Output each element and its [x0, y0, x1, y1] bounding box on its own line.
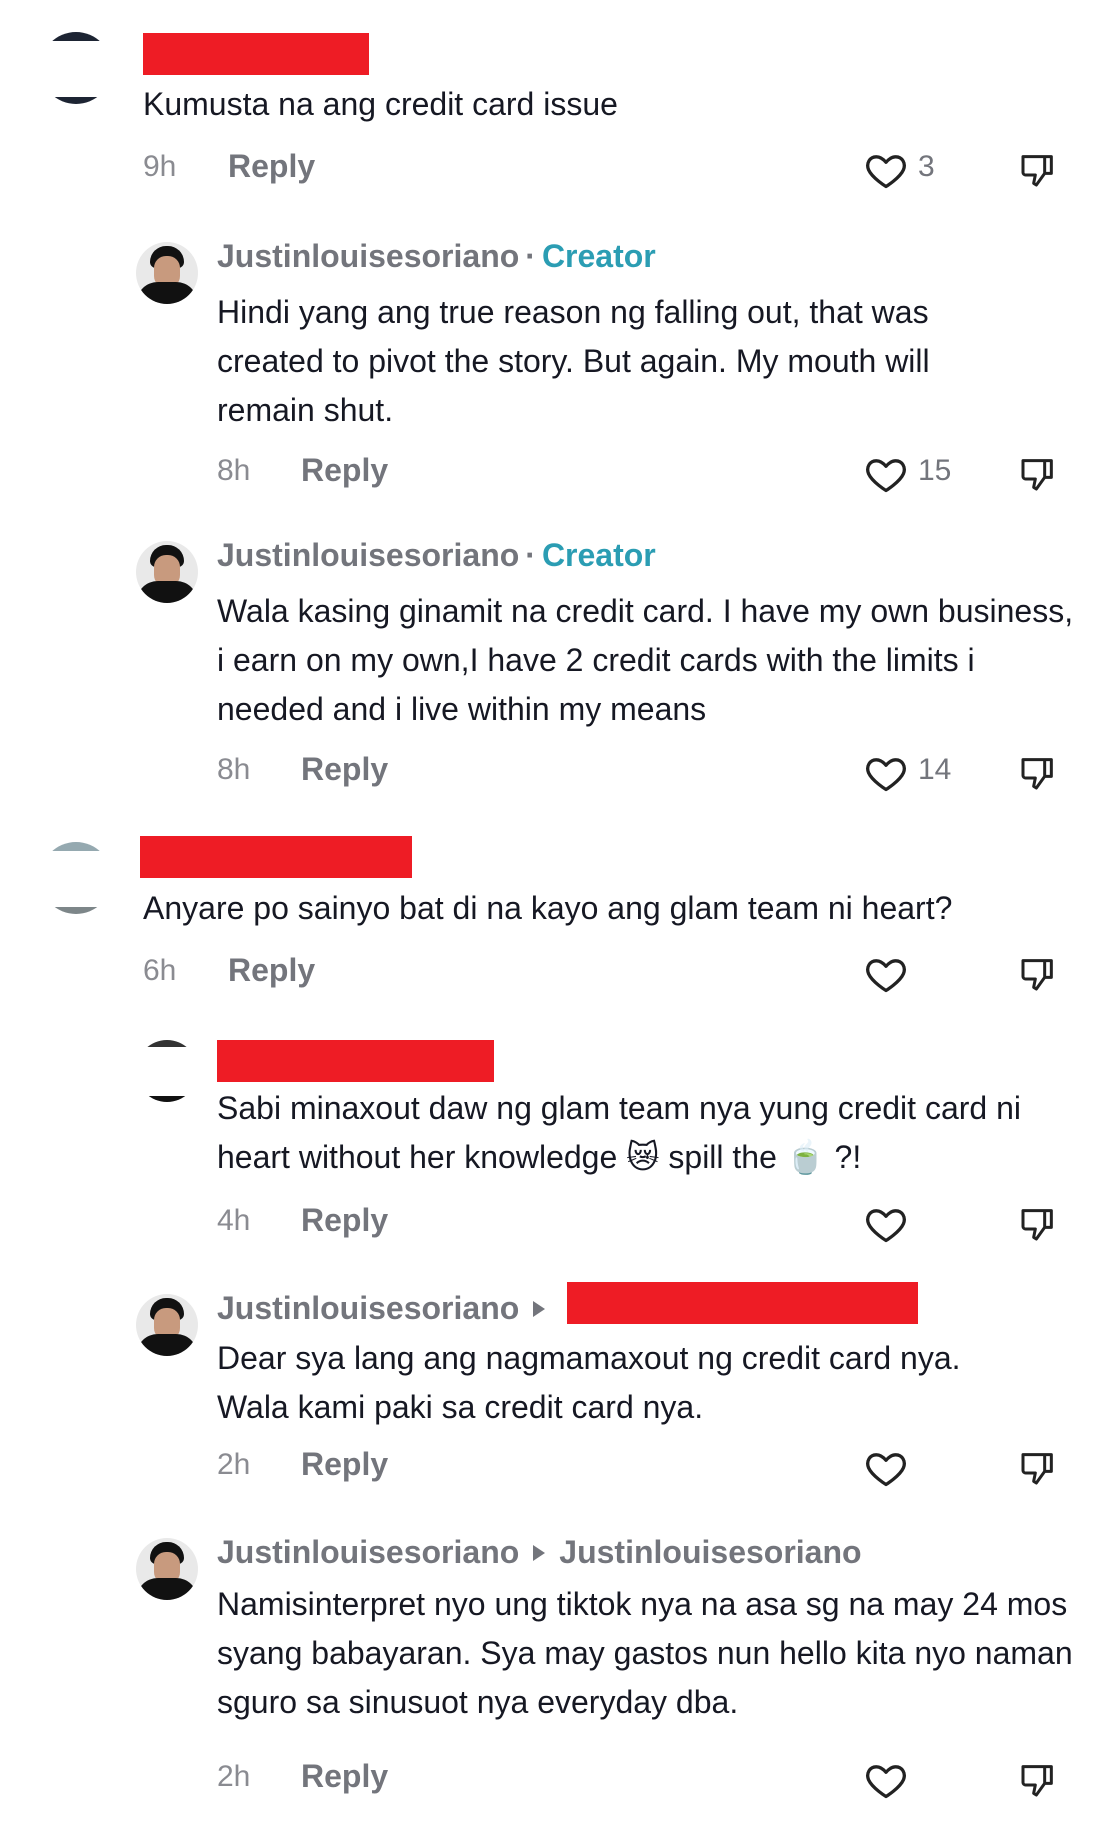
comment-time: 6h [143, 954, 177, 987]
comment-text: Dear sya lang ang nagmamaxout ng credit … [217, 1340, 961, 1425]
avatar[interactable] [136, 1294, 198, 1356]
comment-text: Kumusta na ang credit card issue [143, 86, 618, 122]
comment-time: 8h [217, 753, 251, 786]
comment-reply: Sabi minaxout daw ng glam team nya yung … [0, 1040, 1120, 1250]
comment-text: Hindi yang ang true reason ng falling ou… [217, 294, 930, 428]
reply-button[interactable]: Reply [301, 452, 388, 489]
separator: · [525, 238, 536, 274]
redacted-username [217, 1040, 494, 1082]
reply-arrow-icon [533, 1545, 546, 1562]
like-count: 15 [918, 454, 952, 487]
redacted-reply-target [567, 1282, 918, 1324]
reply-button[interactable]: Reply [228, 148, 315, 185]
heart-icon[interactable] [864, 148, 908, 192]
reply-arrow-icon [533, 1301, 546, 1318]
author-name[interactable]: Justinlouisesoriano [217, 238, 519, 274]
thumbs-down-icon[interactable] [1018, 751, 1058, 795]
reply-button[interactable]: Reply [301, 1202, 388, 1239]
comment-reply: Justinlouisesoriano Dear sya lang ang na… [0, 1278, 1120, 1508]
comment-time: 9h [143, 150, 177, 183]
creator-badge: Creator [541, 537, 656, 573]
thumbs-down-icon[interactable] [1018, 952, 1058, 996]
avatar[interactable] [40, 32, 112, 104]
thumbs-down-icon[interactable] [1018, 452, 1058, 496]
comment-author[interactable]: Justinlouisesoriano · Creator [217, 537, 656, 574]
heart-icon[interactable] [864, 1758, 908, 1802]
heart-icon[interactable] [864, 452, 908, 496]
comment-time: 2h [217, 1760, 251, 1793]
comment-reply: Justinlouisesoriano · Creator Hindi yang a… [0, 226, 1120, 526]
comment-time: 8h [217, 454, 251, 487]
comment-author[interactable]: Justinlouisesoriano [217, 1290, 559, 1327]
reply-target-name[interactable]: Justinlouisesoriano [559, 1534, 861, 1570]
comment-reply: Justinlouisesoriano · Creator Wala kasing … [0, 525, 1120, 825]
thumbs-down-icon[interactable] [1018, 1202, 1058, 1246]
comment-text: Wala kasing ginamit na credit card. I ha… [217, 593, 1074, 727]
author-name[interactable]: Justinlouisesoriano [217, 1534, 519, 1570]
comment-text: Sabi minaxout daw ng glam team nya yung … [217, 1090, 1021, 1175]
comment-time: 4h [217, 1204, 251, 1237]
creator-badge: Creator [541, 238, 656, 274]
like-count: 3 [918, 150, 935, 183]
comment-top-level: Anyare po sainyo bat di na kayo ang glam… [0, 834, 1120, 1014]
reply-button[interactable]: Reply [228, 952, 315, 989]
reply-button[interactable]: Reply [301, 751, 388, 788]
comment-reply: Justinlouisesoriano Justinlouisesoriano N… [0, 1522, 1120, 1839]
avatar[interactable] [136, 1040, 198, 1102]
redacted-username [143, 33, 369, 75]
author-name[interactable]: Justinlouisesoriano [217, 1290, 519, 1326]
heart-icon[interactable] [864, 751, 908, 795]
comment-author[interactable]: Justinlouisesoriano Justinlouisesoriano [217, 1534, 862, 1571]
redacted-username [140, 836, 412, 878]
comment-text: Namisinterpret nyo ung tiktok nya na asa… [217, 1586, 1073, 1720]
heart-icon[interactable] [864, 952, 908, 996]
comment-top-level: Kumusta na ang credit card issue 9h Repl… [0, 24, 1120, 204]
avatar[interactable] [136, 1538, 198, 1600]
thumbs-down-icon[interactable] [1018, 1446, 1058, 1490]
author-name[interactable]: Justinlouisesoriano [217, 537, 519, 573]
comment-time: 2h [217, 1448, 251, 1481]
separator: · [525, 537, 536, 573]
heart-icon[interactable] [864, 1446, 908, 1490]
reply-button[interactable]: Reply [301, 1446, 388, 1483]
thumbs-down-icon[interactable] [1018, 1758, 1058, 1802]
avatar[interactable] [136, 242, 198, 304]
heart-icon[interactable] [864, 1202, 908, 1246]
avatar[interactable] [136, 541, 198, 603]
like-count: 14 [918, 753, 952, 786]
reply-button[interactable]: Reply [301, 1758, 388, 1795]
comment-text: Anyare po sainyo bat di na kayo ang glam… [143, 890, 953, 926]
thumbs-down-icon[interactable] [1018, 148, 1058, 192]
avatar[interactable] [40, 842, 112, 914]
comment-author[interactable]: Justinlouisesoriano · Creator [217, 238, 656, 275]
